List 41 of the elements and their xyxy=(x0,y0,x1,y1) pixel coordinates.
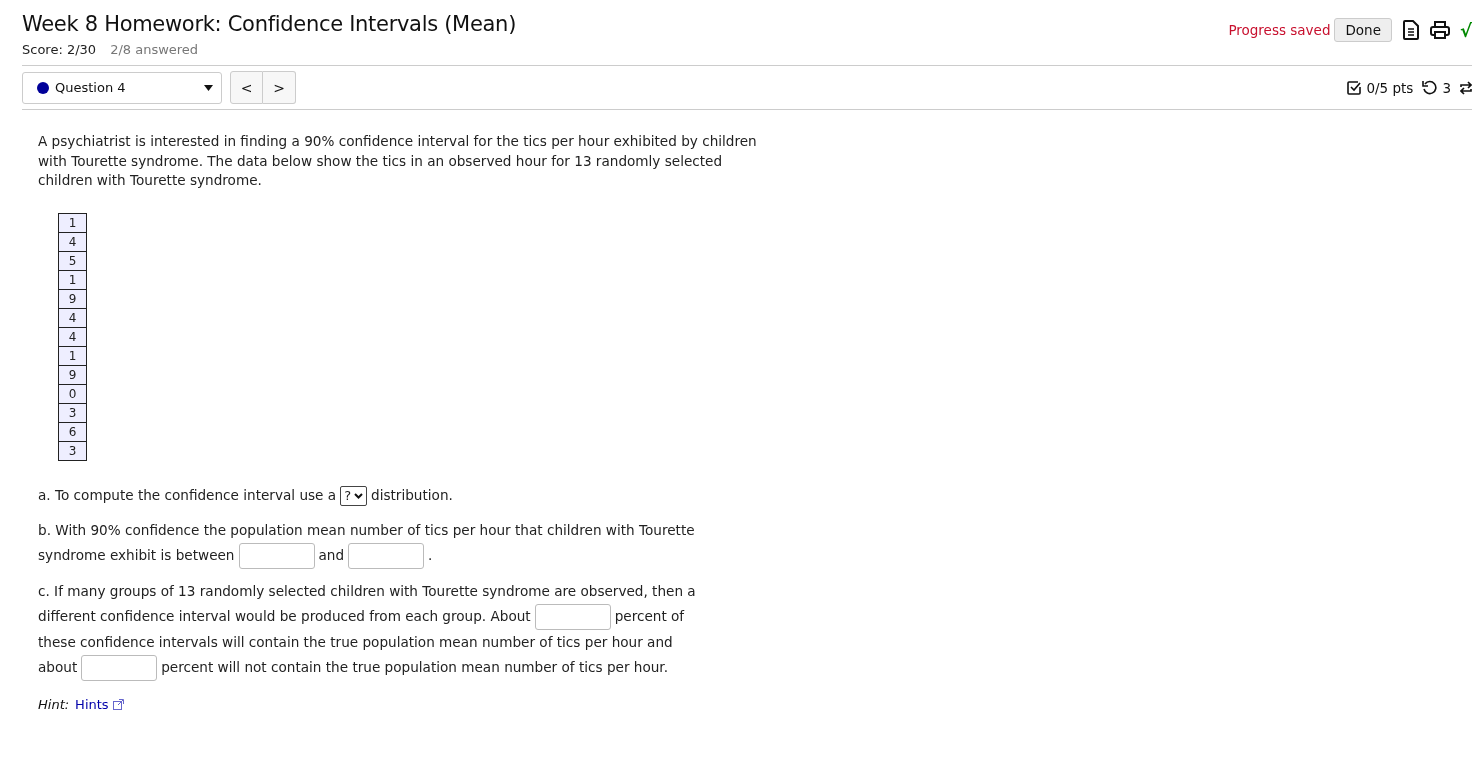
done-button[interactable]: Done xyxy=(1334,18,1392,42)
question-text: syndrome exhibit is between xyxy=(38,546,235,563)
chevron-icon xyxy=(354,492,364,499)
repeat-icon[interactable] xyxy=(1460,79,1472,96)
question-text: distribution. xyxy=(371,486,453,503)
answer-dropdown[interactable]: ? xyxy=(340,485,368,506)
question-text: . xyxy=(428,546,433,563)
answer-field[interactable] xyxy=(238,542,315,569)
page-title: Week 8 Homework: Confidence Intervals (Mean) xyxy=(22,12,517,36)
printer-icon[interactable] xyxy=(1430,21,1450,39)
dropdown-caret-icon xyxy=(204,84,213,91)
answered-count: 2/8 answered xyxy=(110,42,199,57)
question-selector[interactable]: Question 4 xyxy=(22,71,222,104)
next-button[interactable]: > xyxy=(263,71,296,104)
points-text: 0/5 pts xyxy=(1366,79,1414,96)
table-cell: 1 xyxy=(58,213,87,232)
attempts-count: 3 xyxy=(1442,79,1451,96)
math-symbol[interactable]: √ xyxy=(1460,19,1472,41)
answer-field[interactable] xyxy=(534,603,611,630)
question-text: different confidence interval would be produced from each group. About xyxy=(38,607,531,624)
question-text: b. With 90% confidence the population mean number of tics per hour that children with Tourette xyxy=(38,521,695,538)
question-text: a. To compute the confidence interval use a xyxy=(38,486,337,503)
question-text: A psychiatrist is interested in finding a 90% confidence interval for the tics per hour exhibited by children with Tourette syndrome. The data below show the tics in an observed hour for 13 randomly selected children with Tourette syndrome. xyxy=(38,132,758,190)
hint-label: Hint: xyxy=(38,696,70,712)
checkbox-icon xyxy=(1347,80,1362,95)
external-link-icon[interactable] xyxy=(112,698,124,710)
answer-field[interactable] xyxy=(81,654,158,681)
status-dot xyxy=(37,81,49,94)
question-text: about xyxy=(38,658,78,675)
answer-field[interactable] xyxy=(348,542,425,569)
question-text: c. If many groups of 13 randomly selected children with Tourette syndrome are observed, then a xyxy=(38,582,696,599)
previous-button[interactable]: < xyxy=(230,71,263,104)
document-icon[interactable] xyxy=(1402,20,1420,40)
question-text: percent will not contain the true population mean number of tics per hour. xyxy=(161,658,669,675)
progress-status: Progress saved xyxy=(1228,22,1331,38)
question-text: these confidence intervals will contain the true population mean number of tics per hour and xyxy=(38,633,673,650)
retry-icon[interactable] xyxy=(1422,80,1438,95)
question-text: and xyxy=(318,546,345,563)
question-text: percent of xyxy=(614,607,685,624)
hints-link[interactable]: Hints xyxy=(75,696,109,712)
score-text: Score: 2/30 xyxy=(22,42,97,57)
